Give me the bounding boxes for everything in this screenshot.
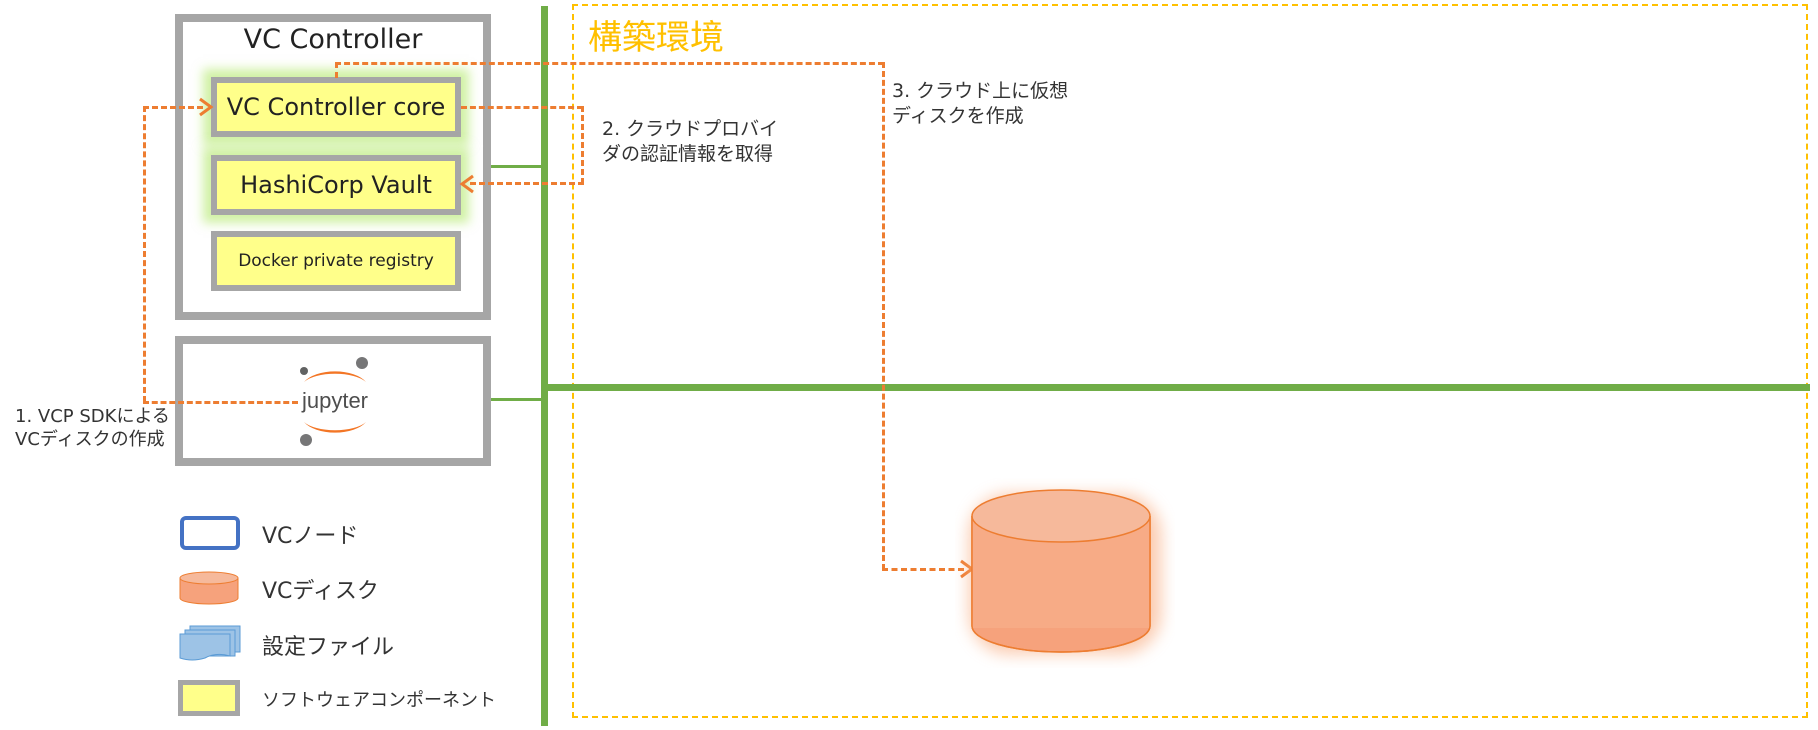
jupyter-logo-icon: jupyter [300,357,368,446]
arrow-step1-bottom [143,401,298,404]
arrow-step2-bottom [470,182,584,185]
legend-software-icon [178,680,240,716]
arrow-step1-top [143,106,203,109]
vc-controller-core: VC Controller core [211,77,461,137]
legend-disk-icon [179,571,239,605]
jupyter-logo-text: jupyter [301,388,368,413]
legend-config-file-icon [179,625,241,661]
legend-node-label: VCノード [262,524,359,549]
arrow-step2-vertical [581,106,584,184]
arrow-step1-vertical [143,106,146,402]
docker-private-registry: Docker private registry [211,231,461,291]
network-link-vault [491,165,543,168]
network-link-jupyter [491,398,543,401]
legend-node-icon [180,516,240,550]
arrow-step2-head-icon [459,174,474,194]
build-environment-title: 構築環境 [588,18,724,58]
network-vertical-line [541,6,548,726]
legend-software-label: ソフトウェアコンポーネント [262,690,496,711]
build-environment-area [572,4,1808,718]
step3-label: 3. クラウド上に仮想 ディスクを作成 [892,80,1069,127]
step1-label: 1. VCP SDKによる VCディスクの作成 [15,406,170,450]
network-horizontal-line [548,384,1810,391]
legend-config-label: 設定ファイル [262,635,395,660]
arrow-step3-top [335,62,884,65]
arrow-step1-head-icon [199,97,214,117]
vc-controller-title: VC Controller [243,24,423,55]
legend-disk-label: VCディスク [262,579,379,604]
arrow-step3-vertical [882,62,885,570]
step2-label: 2. クラウドプロバイ ダの認証情報を取得 [602,118,779,165]
arrow-step3-bottom [882,568,964,571]
hashicorp-vault: HashiCorp Vault [211,155,461,215]
vc-disk-icon [969,489,1161,654]
arrow-step2-top [461,106,583,109]
